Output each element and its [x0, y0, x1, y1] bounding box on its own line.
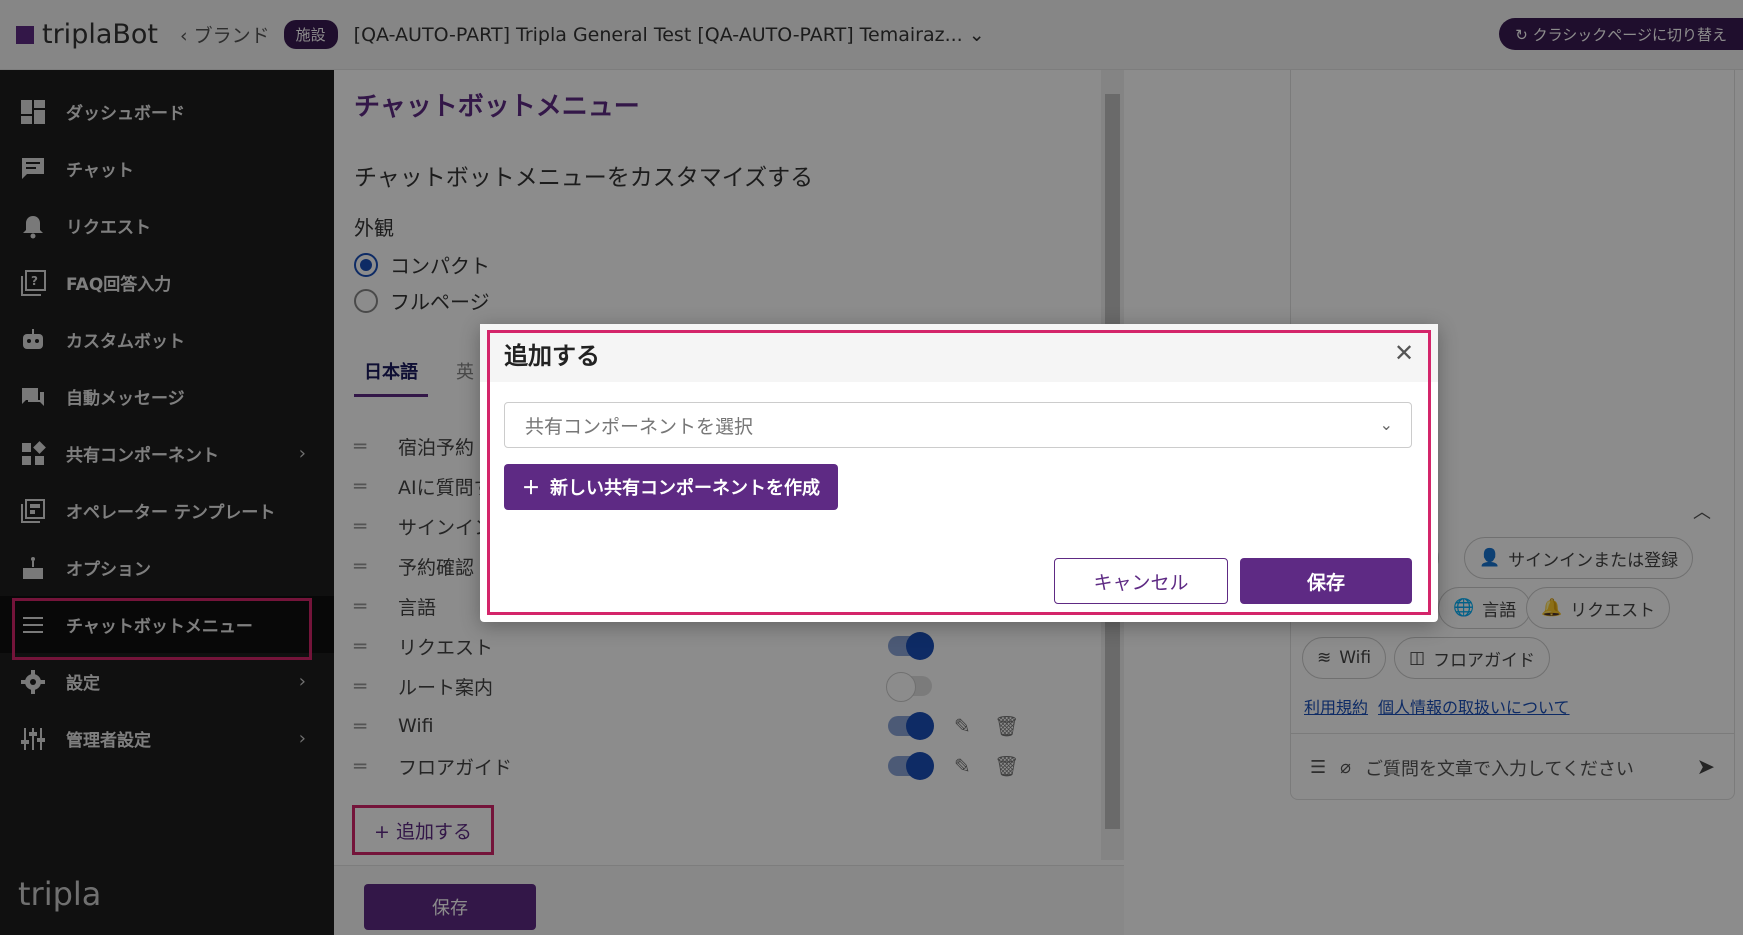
create-button-label: 新しい共有コンポーネントを作成 [550, 478, 820, 498]
select-placeholder: 共有コンポーネントを選択 [525, 415, 754, 438]
close-icon[interactable]: ✕ [1388, 337, 1420, 369]
shared-component-select[interactable]: 共有コンポーネントを選択 ⌄ [504, 402, 1412, 448]
save-button[interactable]: 保存 [1240, 558, 1412, 604]
plus-icon: ＋ [522, 478, 540, 498]
create-shared-component-button[interactable]: ＋ 新しい共有コンポーネントを作成 [504, 464, 838, 510]
modal-header: 追加する ✕ [480, 324, 1438, 382]
add-component-modal: 追加する ✕ 共有コンポーネントを選択 ⌄ ＋ 新しい共有コンポーネントを作成 … [480, 324, 1438, 622]
modal-title: 追加する [504, 341, 600, 370]
chevron-down-icon: ⌄ [1379, 415, 1393, 434]
cancel-button[interactable]: キャンセル [1054, 558, 1228, 604]
